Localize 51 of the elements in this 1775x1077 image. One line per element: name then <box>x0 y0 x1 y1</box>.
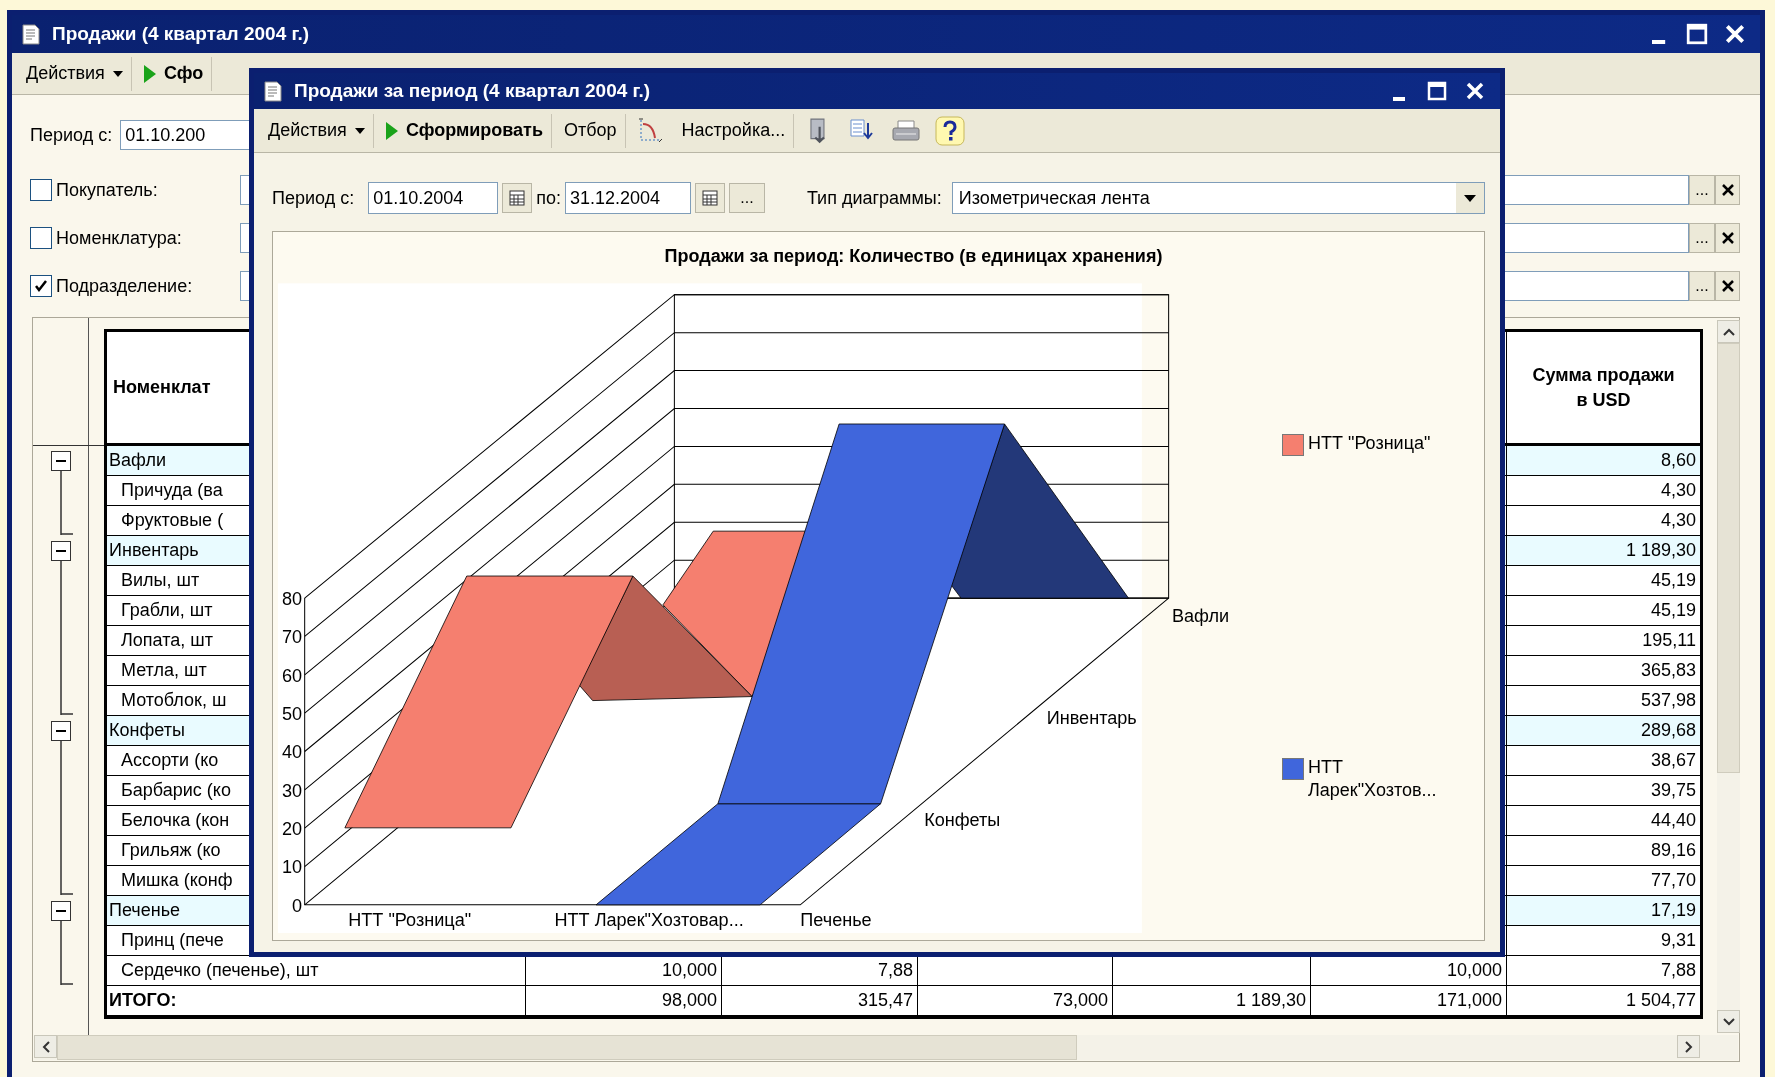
column-header: Номенклат <box>113 376 211 400</box>
table-cell: 1 189,30 <box>1113 986 1311 1016</box>
legend-label: НТТ Ларек"Хозтов... <box>1308 756 1438 803</box>
legend-label: НТТ "Розница" <box>1308 432 1431 455</box>
chart-type-select[interactable]: Изометрическая лента <box>951 182 1485 214</box>
filter-label: Номенклатура: <box>56 227 183 249</box>
table-cell: 73,000 <box>918 986 1113 1016</box>
table-cell: 10,000 <box>526 956 722 986</box>
to-label: по: <box>536 187 561 209</box>
item-name: Сердечко (печенье), шт <box>107 956 526 986</box>
toolbar-button[interactable]: Настройка... <box>673 113 795 148</box>
toolbar-button[interactable]: Отбор <box>556 113 626 148</box>
axis-tick-label: 70 <box>281 627 302 648</box>
total-label: ИТОГО: <box>107 986 526 1016</box>
filter-label: Покупатель: <box>56 179 159 201</box>
date-field[interactable]: 31.12.2004 <box>564 182 691 214</box>
period-label: Период с: <box>30 124 113 146</box>
table-cell: 1 189,30 <box>1507 536 1700 566</box>
table-cell: 171,000 <box>1311 986 1507 1016</box>
chart-title: Продажи за период: Количество (в единицах хранения) <box>664 245 1163 267</box>
table-cell: 7,88 <box>722 956 918 986</box>
actions-menu-button[interactable]: Действия <box>260 113 374 148</box>
axis-tick-label: 30 <box>281 780 302 801</box>
axis-series-label: Вафли <box>1172 605 1230 626</box>
axis-category-label: НТТ Ларек"Хозтовар... <box>554 910 744 931</box>
table-cell: 289,68 <box>1507 716 1700 746</box>
table-cell: 17,19 <box>1507 896 1700 926</box>
select-button[interactable]: ... <box>1689 223 1715 253</box>
select-button[interactable]: ... <box>1689 271 1715 301</box>
period-select-button[interactable]: ... <box>728 183 765 213</box>
generate-button[interactable]: Сформировать <box>377 113 552 148</box>
axis-series-label: Инвентарь <box>1046 708 1137 729</box>
axis-tick-label: 20 <box>281 818 302 839</box>
axis-tick-label: 0 <box>291 895 302 916</box>
axis-series-label: Конфеты <box>924 809 1001 830</box>
window-title: Продажи (4 квартал 2004 г.) <box>52 23 311 45</box>
filter-label: Подразделение: <box>56 275 194 297</box>
generate-button[interactable]: Сфо <box>135 56 213 91</box>
select-button[interactable]: ... <box>1689 175 1715 205</box>
window-title: Продажи за период (4 квартал 2004 г.) <box>294 80 652 102</box>
period-label: Период с: <box>272 187 355 209</box>
actions-menu-button[interactable]: Действия <box>18 56 132 91</box>
column-header: Сумма продажи в USD <box>1531 364 1676 412</box>
table-cell: 8,60 <box>1507 446 1700 476</box>
table-cell: 315,47 <box>722 986 918 1016</box>
table-cell: 98,000 <box>526 986 722 1016</box>
axis-series-label: Печенье <box>800 910 872 931</box>
axis-tick-label: 60 <box>281 665 302 686</box>
chart-type-label: Тип диаграммы: <box>806 187 942 209</box>
date-field[interactable]: 01.10.2004 <box>368 182 499 214</box>
table-cell: 10,000 <box>1311 956 1507 986</box>
